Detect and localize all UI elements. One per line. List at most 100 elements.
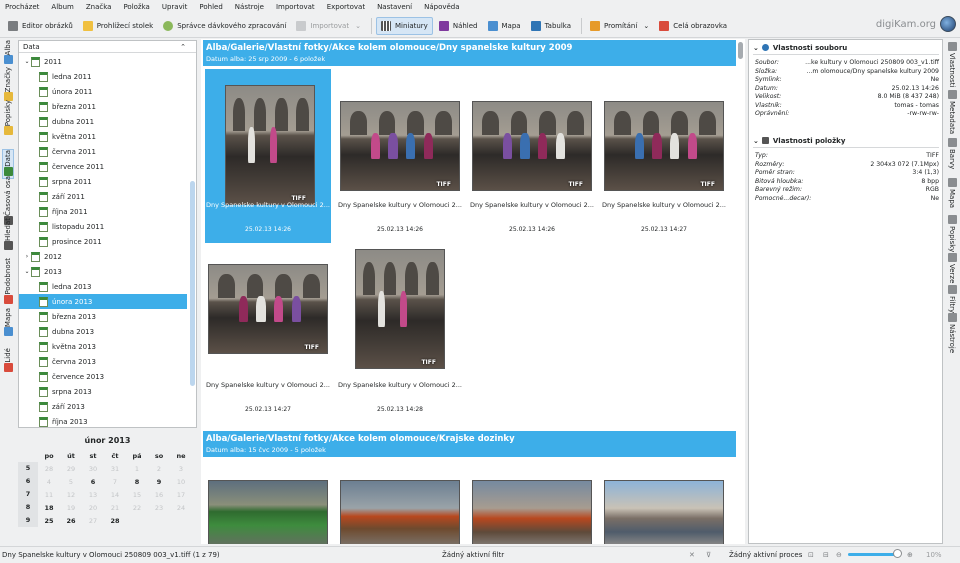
filter-icon[interactable]: ⊽ [706,551,711,559]
calendar-day[interactable]: 12 [60,491,82,499]
expand-arrow-icon[interactable]: ⌄ [23,268,31,275]
left-tab-1[interactable]: Značky [2,67,14,103]
tree-item[interactable]: prosince 2011 [19,234,187,249]
tree-item[interactable]: února 2013 [19,294,187,309]
right-tab-4[interactable]: Popisky [946,215,958,252]
left-tab-5[interactable]: Hledat [2,218,14,252]
menu-item[interactable]: Pohled [199,3,222,11]
thumbnail-item[interactable]: TIFF Dny Spanelske kultury v Olomouci 2..… [337,249,463,423]
thumbnail-image-partial[interactable] [604,480,724,544]
right-tab-6[interactable]: Filtry [946,285,958,313]
thumbnail-item[interactable]: TIFF Dny Spanelske kultury v Olomouci 2..… [469,69,595,243]
menu-item[interactable]: Položka [123,3,149,11]
menu-item[interactable]: Exportovat [327,3,365,11]
calendar-day[interactable]: 8 [126,478,148,486]
import-button[interactable]: Importovat ⌄ [292,17,365,35]
thumbnail-item[interactable]: TIFF Dny Spanelske kultury v Olomouci 2..… [205,69,331,243]
zoom-out-icon[interactable]: ⊟ [823,551,829,559]
tree-item[interactable]: června 2011 [19,144,187,159]
left-tab-8[interactable]: Lidé [2,348,14,374]
calendar-day[interactable]: 9 [148,478,170,486]
menu-item[interactable]: Nastavení [377,3,412,11]
thumbnails-view-button[interactable]: Miniatury [375,16,433,35]
tree-item[interactable]: března 2011 [19,99,187,114]
zoom-in-plus-icon[interactable]: ⊕ [907,551,913,559]
thumbnail-item[interactable]: TIFF Dny Spanelske kultury v Olomouci 2..… [601,69,727,243]
calendar-day[interactable]: 29 [60,465,82,473]
expand-arrow-icon[interactable]: › [23,253,31,260]
calendar-day[interactable]: 27 [82,517,104,525]
right-tab-2[interactable]: Barvy [946,138,958,169]
tree-item[interactable]: května 2013 [19,339,187,354]
tree-item[interactable]: září 2013 [19,399,187,414]
calendar-day[interactable]: 4 [38,478,60,486]
right-tab-7[interactable]: Nástroje [946,313,958,353]
calendar-day[interactable]: 25 [38,517,60,525]
calendar-day[interactable]: 3 [170,465,192,473]
menu-item[interactable]: Nástroje [235,3,264,11]
clear-filter-icon[interactable]: ✕ [689,551,695,559]
left-tab-3[interactable]: Data [2,149,14,179]
calendar-day[interactable]: 6 [82,478,104,486]
zoom-slider-handle[interactable] [893,549,902,558]
calendar-day[interactable]: 13 [82,491,104,499]
calendar-day[interactable]: 5 [60,478,82,486]
left-tab-0[interactable]: Alba [2,40,14,66]
calendar-day[interactable]: 31 [104,465,126,473]
tree-item[interactable]: srpna 2011 [19,174,187,189]
tree-item[interactable]: srpna 2013 [19,384,187,399]
tree-item[interactable]: ledna 2011 [19,69,187,84]
expand-arrow-icon[interactable]: ⌄ [23,58,31,65]
menu-item[interactable]: Importovat [276,3,315,11]
calendar-day[interactable]: 28 [104,517,126,525]
menu-item[interactable]: Album [51,3,73,11]
thumbnail-image-partial[interactable] [340,480,460,544]
fullscreen-button[interactable]: Celá obrazovka [655,17,731,35]
tree-item[interactable]: října 2011 [19,204,187,219]
tree-item[interactable]: března 2013 [19,309,187,324]
tree-item[interactable]: ⌄ 2011 [19,54,187,69]
left-tab-2[interactable]: Popisky [2,100,14,137]
thumbnail-image-partial[interactable] [472,480,592,544]
calendar-day[interactable]: 2 [148,465,170,473]
menu-item[interactable]: Procházet [5,3,39,11]
zoom-slider-track[interactable] [848,553,898,556]
thumbnail-scrollbar[interactable] [738,42,743,59]
calendar-day[interactable]: 30 [82,465,104,473]
thumbnail-item[interactable]: TIFF Dny Spanelske kultury v Olomouci 2..… [337,69,463,243]
table-view-button[interactable]: Tabulka [527,17,575,35]
tree-item[interactable]: ledna 2013 [19,279,187,294]
left-tab-6[interactable]: Podobnost [2,258,14,306]
preview-view-button[interactable]: Náhled [435,17,482,35]
tree-item[interactable]: července 2011 [19,159,187,174]
calendar-day[interactable]: 26 [60,517,82,525]
thumbnail-item[interactable]: TIFF Dny Spanelske kultury v Olomouci 2..… [205,249,331,423]
calendar-day[interactable]: 22 [126,504,148,512]
right-tab-3[interactable]: Mapa [946,178,958,208]
calendar-day[interactable]: 28 [38,465,60,473]
calendar-day[interactable]: 15 [126,491,148,499]
calendar-day[interactable]: 14 [104,491,126,499]
right-tab-1[interactable]: Metadata [946,90,958,134]
tree-header[interactable]: Data ⌃ [19,41,196,53]
menu-item[interactable]: Značka [86,3,112,11]
calendar-day[interactable]: 19 [60,504,82,512]
menu-item[interactable]: Nápověda [424,3,459,11]
light-table-button[interactable]: Prohlížecí stolek [79,17,157,35]
calendar-day[interactable]: 16 [148,491,170,499]
menu-item[interactable]: Upravit [162,3,188,11]
slideshow-button[interactable]: Promítání ⌄ [586,17,653,35]
map-view-button[interactable]: Mapa [484,17,525,35]
thumbnail-image-partial[interactable] [208,480,328,544]
fit-to-window-icon[interactable]: ⊡ [808,551,814,559]
tree-item[interactable]: › 2012 [19,249,187,264]
calendar-day[interactable]: 7 [104,478,126,486]
tree-item[interactable]: února 2011 [19,84,187,99]
zoom-level-field[interactable]: 10% [926,551,942,559]
calendar-day[interactable]: 24 [170,504,192,512]
calendar-day[interactable]: 11 [38,491,60,499]
tree-item[interactable]: dubna 2013 [19,324,187,339]
calendar-day[interactable]: 1 [126,465,148,473]
tree-item[interactable]: října 2013 [19,414,187,429]
image-editor-button[interactable]: Editor obrázků [4,17,77,35]
